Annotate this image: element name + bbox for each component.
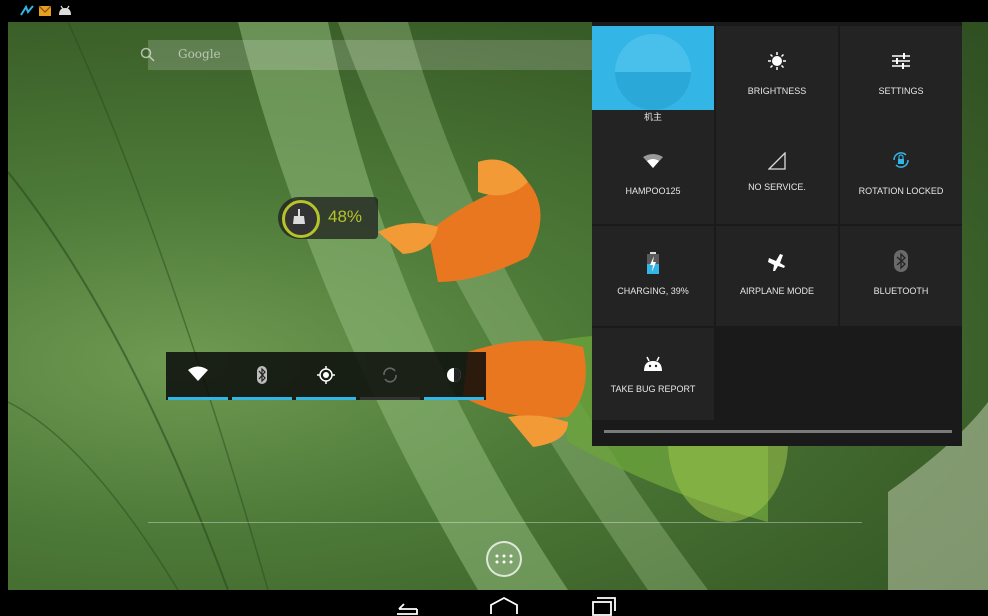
gps-indicator (296, 397, 356, 400)
google-search-bar[interactable]: Google (140, 40, 594, 70)
wifi-indicator (168, 397, 228, 400)
tile-bug-report[interactable]: TAKE BUG REPORT (592, 328, 714, 420)
owner-label: 机主 (592, 110, 714, 124)
airplane-icon (768, 254, 785, 271)
tile-settings[interactable]: SETTINGS (840, 26, 962, 126)
power-gps-button[interactable] (294, 352, 358, 400)
tile-bluetooth[interactable]: BLUETOOTH (840, 226, 962, 326)
user-avatar-icon (615, 34, 691, 110)
battery-percent: 48% (328, 207, 363, 226)
bluetooth-label: BLUETOOTH (873, 286, 929, 296)
brightness-slider[interactable] (604, 430, 952, 433)
tile-brightness[interactable]: BRIGHTNESS (716, 26, 838, 126)
cell-signal-icon (768, 152, 786, 170)
home-icon[interactable] (489, 596, 519, 616)
dock-divider (148, 522, 862, 523)
signal-label: NO SERVICE. (748, 182, 806, 192)
settings-sliders-icon (892, 53, 910, 69)
tile-mobile-signal[interactable]: NO SERVICE. (716, 124, 838, 224)
tile-airplane[interactable]: AIRPLANE MODE (716, 226, 838, 326)
power-wifi-button[interactable] (166, 352, 230, 400)
quick-settings-panel: 机主 BRIGHTNESS SETTINGS HAMPOO125 NO SERV… (592, 22, 962, 446)
wifi-network-label: HAMPOO125 (625, 186, 681, 196)
battery-ring (282, 200, 320, 238)
battery-charging-icon (647, 252, 659, 274)
tile-owner[interactable]: 机主 (592, 26, 714, 124)
gps-icon (317, 366, 335, 384)
leaf-notification-icon (20, 5, 34, 16)
status-bar[interactable] (0, 0, 988, 22)
battery-widget[interactable]: 48% (278, 197, 378, 239)
apps-grid-icon (495, 554, 513, 564)
back-icon[interactable] (393, 597, 419, 615)
brightness-indicator (424, 397, 484, 400)
sync-icon (383, 367, 397, 383)
airplane-label: AIRPLANE MODE (739, 286, 815, 296)
search-icon (140, 47, 155, 62)
brightness-sun-icon (768, 52, 786, 70)
bluetooth-indicator (232, 397, 292, 400)
navigation-bar (0, 590, 988, 616)
bluetooth-icon (257, 366, 267, 384)
power-bluetooth-button[interactable] (230, 352, 294, 400)
rotation-label: ROTATION LOCKED (858, 186, 944, 196)
bug-report-label: TAKE BUG REPORT (610, 384, 696, 394)
brightness-icon (447, 368, 461, 382)
power-sync-button[interactable] (358, 352, 422, 400)
search-placeholder: Google (178, 47, 221, 61)
battery-label: CHARGING, 39% (617, 286, 689, 296)
tile-battery[interactable]: CHARGING, 39% (592, 226, 714, 326)
android-notification-icon (59, 5, 71, 15)
recents-icon[interactable] (591, 596, 617, 616)
all-apps-button[interactable] (486, 541, 522, 577)
broom-icon (293, 209, 305, 224)
power-brightness-button[interactable] (422, 352, 486, 400)
settings-label: SETTINGS (878, 86, 924, 96)
android-bug-icon (644, 356, 662, 371)
bluetooth-qs-icon (894, 250, 908, 272)
mail-notification-icon (38, 5, 52, 16)
tile-wifi[interactable]: HAMPOO125 (592, 124, 714, 224)
power-control-widget (166, 352, 486, 400)
brightness-label: BRIGHTNESS (747, 86, 807, 96)
wifi-icon (188, 366, 208, 381)
tile-rotation[interactable]: ROTATION LOCKED (840, 124, 962, 224)
sync-indicator (360, 397, 420, 400)
wifi-signal-icon (643, 154, 663, 168)
rotation-lock-icon (893, 152, 909, 168)
